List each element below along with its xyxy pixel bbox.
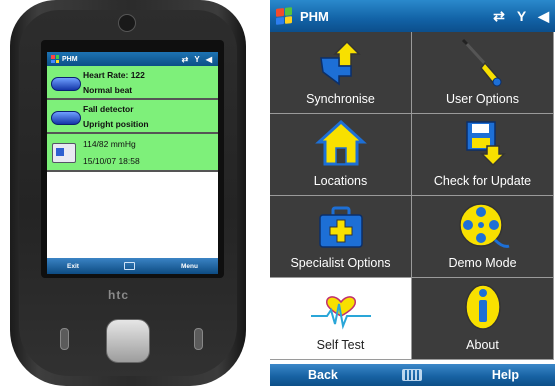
- blood-pressure-monitor-icon: [52, 143, 76, 163]
- heart-rate-text: Heart Rate: 122: [83, 70, 145, 80]
- phone-right-key: [194, 328, 203, 350]
- sensor-device-icon: [51, 111, 81, 125]
- windows-start-icon[interactable]: [276, 7, 292, 25]
- check-for-update-label: Check for Update: [433, 174, 532, 188]
- position-status: Upright position: [83, 119, 149, 129]
- menu-softkey[interactable]: Menu: [181, 263, 198, 270]
- phone-screen: PHM ⇄ Y ◀ Heart Rate: 122 Normal beat Fa…: [47, 52, 218, 274]
- phone-left-key: [60, 328, 69, 350]
- check-for-update-tile[interactable]: Check for Update: [412, 114, 554, 196]
- blood-pressure-value: 114/82 mmHg: [83, 139, 136, 149]
- fall-detector-text: Fall detector: [83, 104, 134, 114]
- synchronise-label: Synchronise: [306, 92, 375, 106]
- heart-rate-row[interactable]: Heart Rate: 122 Normal beat: [47, 66, 218, 100]
- medical-case-icon: [318, 206, 363, 248]
- phone-screen-title: PHM: [62, 55, 78, 63]
- heart-beat-status: Normal beat: [83, 85, 133, 95]
- phm-window: PHM ⇄ Y ◀ Synchronise User Options Locat…: [270, 0, 555, 386]
- self-test-label: Self Test: [316, 338, 365, 352]
- film-reel-icon: [458, 203, 509, 248]
- sensor-device-icon: [51, 77, 81, 91]
- keyboard-icon[interactable]: [402, 369, 422, 381]
- specialist-options-tile[interactable]: Specialist Options: [270, 196, 412, 278]
- user-options-tile[interactable]: User Options: [412, 32, 554, 114]
- exit-softkey[interactable]: Exit: [67, 263, 79, 270]
- locations-tile[interactable]: Locations: [270, 114, 412, 196]
- phone-speaker: [118, 14, 136, 32]
- specialist-options-label: Specialist Options: [290, 256, 391, 270]
- about-tile[interactable]: About: [412, 278, 554, 360]
- locations-label: Locations: [313, 174, 368, 188]
- back-softkey[interactable]: Back: [308, 368, 338, 382]
- house-icon: [314, 119, 367, 166]
- help-softkey[interactable]: Help: [492, 368, 519, 382]
- synchronise-tile[interactable]: Synchronise: [270, 32, 412, 114]
- info-icon: [464, 284, 501, 330]
- title-bar: PHM ⇄ Y ◀: [270, 0, 555, 32]
- blood-pressure-row[interactable]: 114/82 mmHg 15/10/07 18:58: [47, 134, 218, 172]
- app-title: PHM: [300, 8, 329, 24]
- phone-device: PHM ⇄ Y ◀ Heart Rate: 122 Normal beat Fa…: [10, 0, 246, 386]
- demo-mode-tile[interactable]: Demo Mode: [412, 196, 554, 278]
- sync-status-icon[interactable]: ⇄: [493, 8, 505, 25]
- user-options-label: User Options: [446, 92, 519, 106]
- status-icons: ⇄ Y ◀: [493, 8, 549, 25]
- fall-detector-row[interactable]: Fall detector Upright position: [47, 100, 218, 134]
- phone-status-icons: ⇄ Y ◀: [181, 54, 214, 64]
- htc-logo: htc: [108, 288, 129, 302]
- heart-ecg-icon: [310, 296, 371, 330]
- screwdriver-icon: [461, 38, 501, 87]
- about-label: About: [466, 338, 499, 352]
- keyboard-icon[interactable]: [124, 262, 136, 270]
- floppy-download-icon: [465, 121, 506, 167]
- windows-flag-icon[interactable]: [51, 55, 59, 63]
- volume-icon[interactable]: ◀: [538, 8, 549, 25]
- menu-grid: Synchronise User Options Locations Check…: [270, 32, 555, 364]
- demo-mode-label: Demo Mode: [448, 256, 517, 270]
- softkey-bar: Back Help: [270, 364, 555, 386]
- signal-icon[interactable]: Y: [517, 8, 526, 24]
- self-test-tile[interactable]: Self Test: [270, 278, 412, 360]
- sync-arrows-icon: [319, 40, 361, 86]
- blood-pressure-timestamp: 15/10/07 18:58: [83, 156, 140, 166]
- phone-screen-titlebar: PHM ⇄ Y ◀: [47, 52, 218, 66]
- phone-screen-menubar: Exit Menu: [47, 258, 218, 274]
- phone-dpad: [106, 319, 150, 363]
